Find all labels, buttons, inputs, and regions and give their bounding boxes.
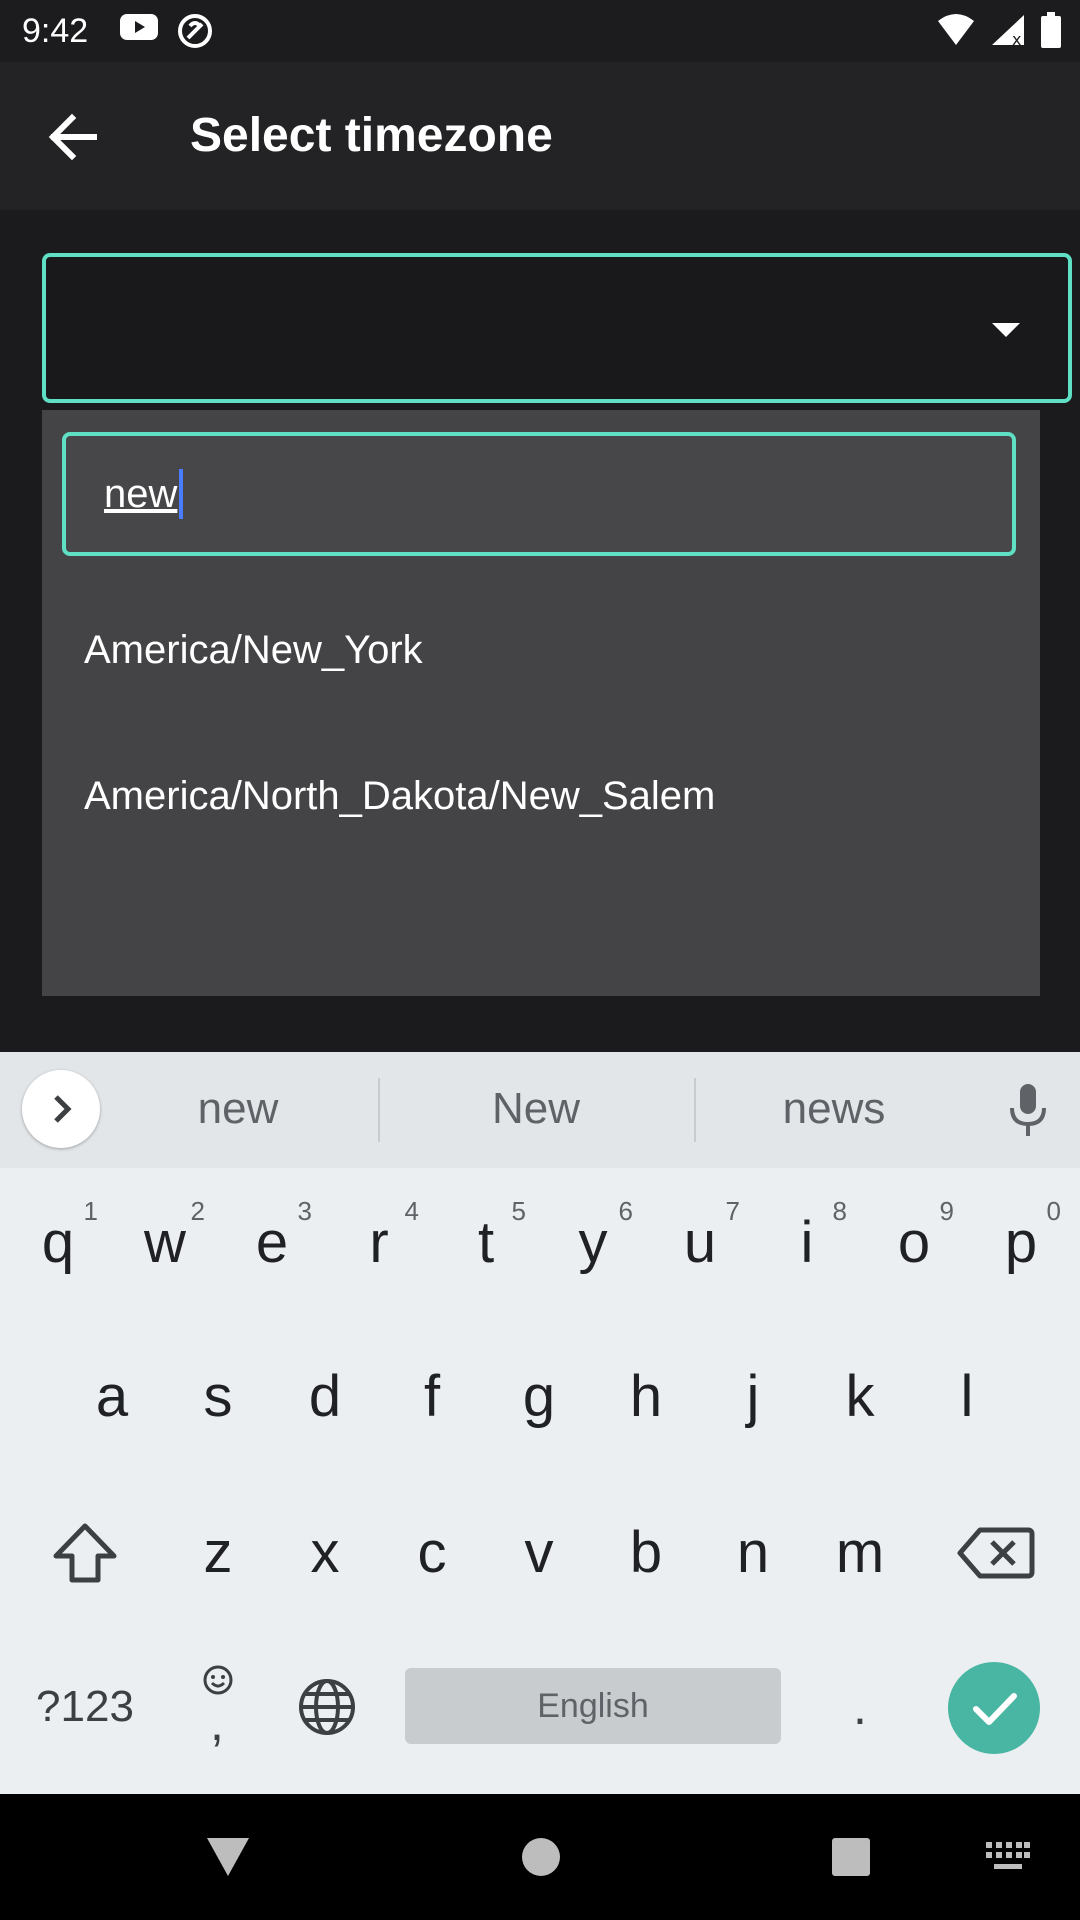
key-g[interactable]: g xyxy=(489,1342,589,1452)
symbols-key[interactable]: ?123 xyxy=(20,1672,150,1742)
comma-key[interactable]: , xyxy=(180,1660,256,1760)
key-l[interactable]: l xyxy=(917,1342,1017,1452)
key-m[interactable]: m xyxy=(810,1498,910,1608)
navigation-bar xyxy=(0,1794,1080,1920)
key-t[interactable]: t5 xyxy=(436,1188,536,1298)
key-k[interactable]: k xyxy=(810,1342,910,1452)
keyboard-switch-icon[interactable] xyxy=(986,1842,1030,1877)
nav-home-icon[interactable] xyxy=(520,1836,562,1883)
suggestion-item[interactable]: new xyxy=(88,1084,388,1134)
battery-icon xyxy=(1040,12,1062,53)
language-key[interactable] xyxy=(292,1672,362,1742)
key-c[interactable]: c xyxy=(382,1498,482,1608)
key-j[interactable]: j xyxy=(703,1342,803,1452)
cellular-icon: x xyxy=(990,13,1026,52)
key-w[interactable]: w2 xyxy=(115,1188,215,1298)
suggestion-bar: new New news xyxy=(0,1052,1080,1168)
key-y[interactable]: y6 xyxy=(543,1188,643,1298)
key-f[interactable]: f xyxy=(382,1342,482,1452)
nav-recents-icon[interactable] xyxy=(830,1836,872,1883)
key-z[interactable]: z xyxy=(168,1498,268,1608)
search-input[interactable]: new xyxy=(62,432,1016,556)
back-button[interactable] xyxy=(40,104,106,170)
search-text: new xyxy=(104,471,178,516)
suggestion-item[interactable]: New xyxy=(386,1084,686,1134)
key-q[interactable]: q1 xyxy=(8,1188,108,1298)
shift-icon xyxy=(30,1523,140,1612)
key-x[interactable]: x xyxy=(275,1498,375,1608)
dropdown-panel: new America/New_York America/North_Dakot… xyxy=(42,410,1040,996)
key-v[interactable]: v xyxy=(489,1498,589,1608)
youtube-icon xyxy=(120,12,158,55)
page-title: Select timezone xyxy=(190,109,553,162)
microphone-icon[interactable] xyxy=(1008,1082,1048,1143)
nav-back-icon[interactable] xyxy=(205,1834,251,1885)
timezone-select[interactable] xyxy=(42,253,1072,403)
arrow-back-icon xyxy=(40,113,106,174)
vpn-icon xyxy=(176,12,214,55)
key-o[interactable]: o9 xyxy=(864,1188,964,1298)
option-item[interactable]: America/North_Dakota/New_Salem xyxy=(84,774,715,819)
enter-key[interactable] xyxy=(948,1662,1040,1754)
backspace-key[interactable] xyxy=(940,1498,1050,1608)
key-p[interactable]: p0 xyxy=(971,1188,1071,1298)
key-s[interactable]: s xyxy=(168,1342,268,1452)
key-b[interactable]: b xyxy=(596,1498,696,1608)
key-a[interactable]: a xyxy=(62,1342,162,1452)
key-u[interactable]: u7 xyxy=(650,1188,750,1298)
check-icon xyxy=(948,1693,1040,1758)
key-e[interactable]: e3 xyxy=(222,1188,322,1298)
key-h[interactable]: h xyxy=(596,1342,696,1452)
key-n[interactable]: n xyxy=(703,1498,803,1608)
period-key[interactable]: . xyxy=(830,1662,890,1752)
status-bar: 9:42 x xyxy=(0,0,1080,62)
option-item[interactable]: America/New_York xyxy=(84,628,423,673)
space-key[interactable]: English xyxy=(405,1668,781,1744)
svg-text:x: x xyxy=(1012,30,1021,47)
text-cursor xyxy=(179,469,184,519)
chevron-right-icon xyxy=(22,1095,100,1152)
key-i[interactable]: i8 xyxy=(757,1188,857,1298)
keyboard: new New news q1 w2 e3 r4 t5 y6 u7 i8 o9 … xyxy=(0,1052,1080,1794)
app-bar: Select timezone xyxy=(0,62,1080,210)
wifi-icon xyxy=(936,13,976,52)
shift-key[interactable] xyxy=(30,1498,140,1608)
chevron-down-icon xyxy=(992,323,1020,337)
key-r[interactable]: r4 xyxy=(329,1188,429,1298)
key-d[interactable]: d xyxy=(275,1342,375,1452)
suggestion-item[interactable]: news xyxy=(684,1084,984,1134)
status-time: 9:42 xyxy=(22,12,89,50)
globe-icon xyxy=(292,1679,362,1746)
backspace-icon xyxy=(940,1527,1050,1612)
divider xyxy=(378,1078,380,1142)
